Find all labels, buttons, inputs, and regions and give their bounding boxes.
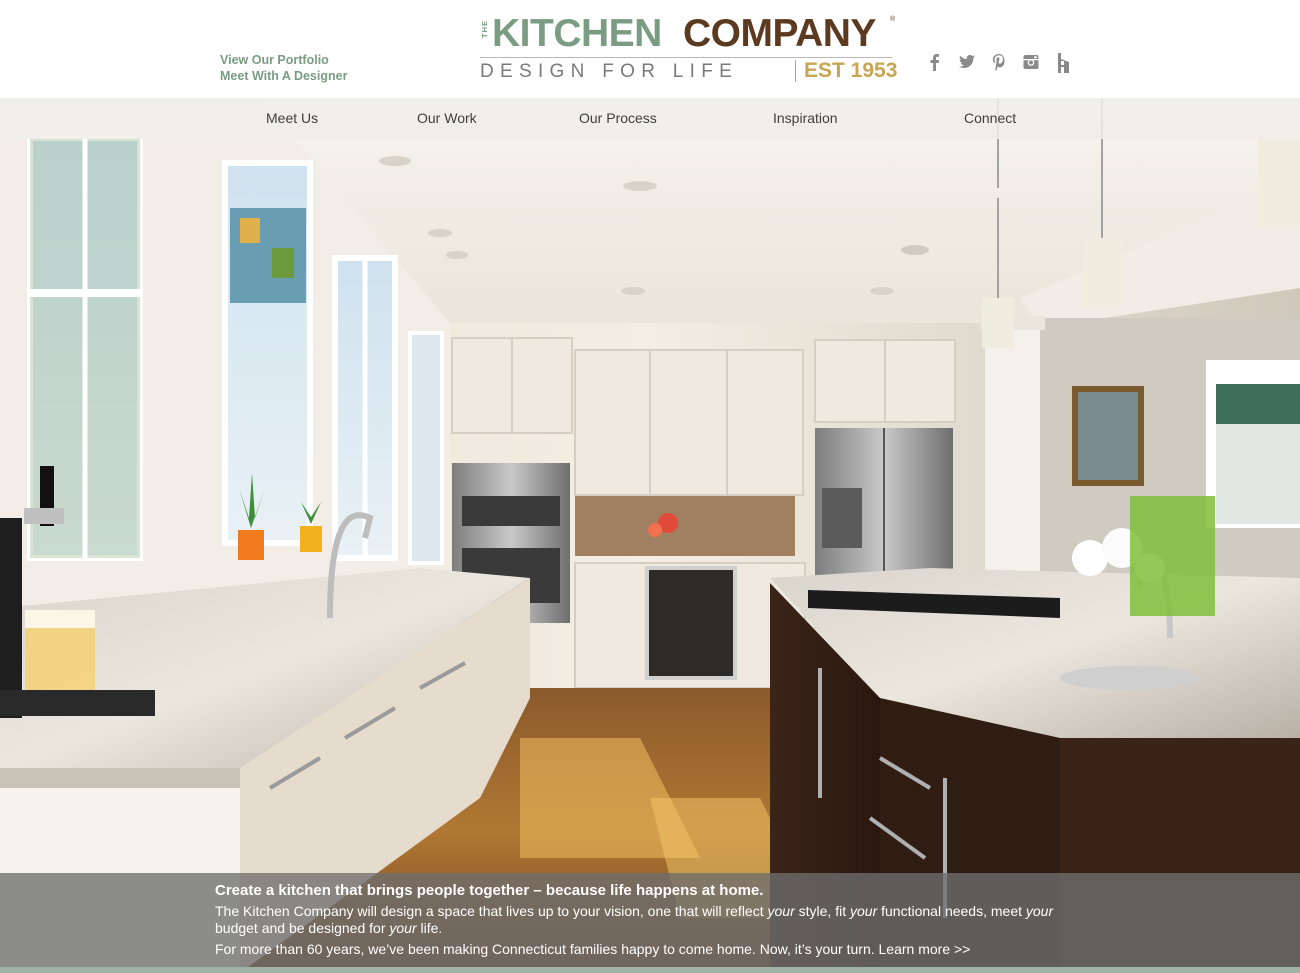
logo-company: COMPANY (683, 12, 876, 55)
twitter-icon[interactable] (958, 52, 976, 72)
nav-item-our-process[interactable]: Our Process (579, 110, 657, 126)
site-header: View Our Portfolio Meet With A Designer … (0, 0, 1300, 98)
logo-separator (795, 60, 796, 82)
nav-item-meet-us[interactable]: Meet Us (266, 110, 318, 126)
houzz-icon[interactable] (1054, 52, 1072, 73)
main-nav: Meet Us Our Work Our Process Inspiration… (0, 98, 1300, 139)
instagram-icon[interactable] (1022, 52, 1040, 72)
caption-text: budget and be designed for (215, 920, 386, 936)
nav-item-inspiration[interactable]: Inspiration (773, 110, 838, 126)
pinterest-icon[interactable] (990, 52, 1008, 72)
view-portfolio-link[interactable]: View Our Portfolio (220, 52, 347, 68)
bottom-accent-strip (0, 967, 1300, 973)
caption-text: life. (420, 920, 443, 936)
logo-the: THE (480, 20, 489, 38)
kitchen-hero-image (0, 98, 1300, 973)
caption-text: functional needs, meet (881, 903, 1022, 919)
caption-emphasis: your (767, 903, 795, 919)
logo-est: EST 1953 (804, 59, 898, 82)
hero-caption: Create a kitchen that brings people toge… (0, 873, 1300, 973)
logo-divider (480, 57, 892, 58)
logo-kitchen: KITCHEN (492, 12, 662, 55)
caption-emphasis: your (850, 903, 878, 919)
facebook-icon[interactable] (926, 52, 944, 72)
caption-emphasis: your (389, 920, 417, 936)
kitchen-company-logo[interactable]: THE KITCHEN COMPANY ® DESIGN FOR LIFE ES… (478, 14, 898, 84)
meet-designer-link[interactable]: Meet With A Designer (220, 68, 347, 84)
nav-item-our-work[interactable]: Our Work (417, 110, 477, 126)
learn-more-link[interactable]: Learn more >> (879, 941, 971, 957)
hero-banner: Meet Us Our Work Our Process Inspiration… (0, 98, 1300, 973)
logo-registered-mark: ® (890, 16, 896, 23)
caption-paragraph-1: The Kitchen Company will design a space … (215, 903, 1075, 937)
caption-paragraph-2: For more than 60 years, we’ve been makin… (215, 941, 1075, 958)
caption-text: style, fit (798, 903, 847, 919)
caption-text: The Kitchen Company will design a space … (215, 903, 764, 919)
caption-headline: Create a kitchen that brings people toge… (215, 882, 764, 899)
caption-text: For more than 60 years, we’ve been makin… (215, 941, 875, 957)
caption-emphasis: your (1025, 903, 1054, 919)
social-links (926, 52, 1072, 73)
quick-links: View Our Portfolio Meet With A Designer (220, 52, 347, 84)
nav-item-connect[interactable]: Connect (964, 110, 1016, 126)
logo-tagline: DESIGN FOR LIFE (480, 61, 739, 82)
